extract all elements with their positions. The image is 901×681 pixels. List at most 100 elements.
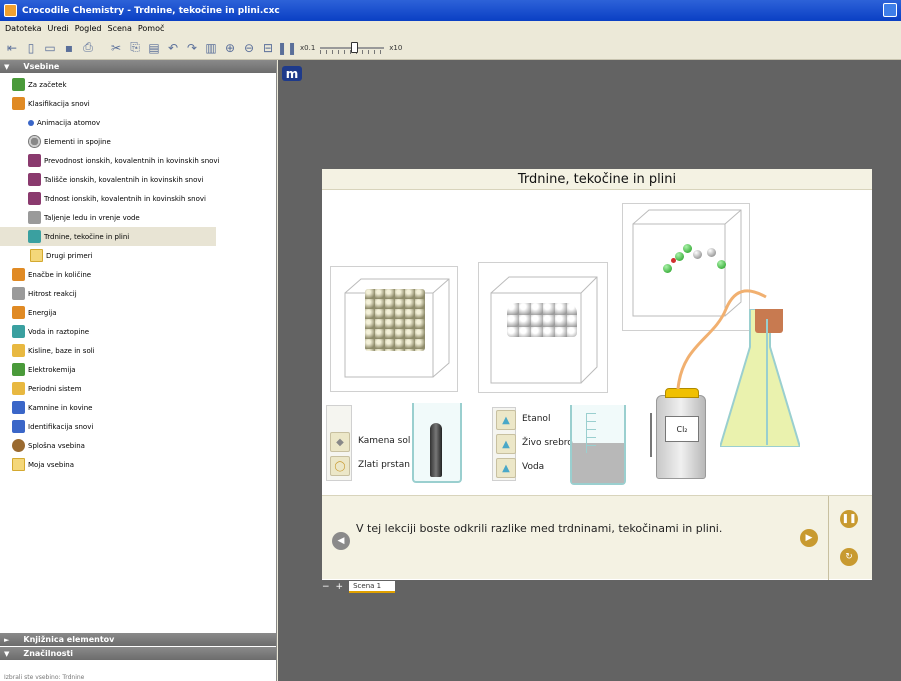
rock-salt-button[interactable]: ◆ [330, 432, 350, 452]
solid-sample [430, 423, 442, 477]
collapse-chevron-icon: ▼ [4, 649, 10, 658]
tree-item-elementi[interactable]: Elementi in spojine [0, 132, 276, 151]
contents-panel-header[interactable]: ▼ Vsebine [0, 60, 276, 73]
gold-ring-label[interactable]: Zlati prstan [358, 460, 410, 470]
mercury-label[interactable]: Živo srebro [522, 438, 573, 448]
zoom-out-icon[interactable]: ⊖ [241, 40, 257, 56]
liquid-model-box[interactable] [478, 262, 608, 393]
speed-slider-thumb[interactable] [351, 41, 359, 53]
new-file-icon[interactable]: ▯ [23, 40, 39, 56]
scene-tab-1[interactable]: Scena 1 [349, 581, 396, 593]
folder-icon [12, 458, 25, 471]
tree-item-klasifikacija[interactable]: Klasifikacija snovi [0, 94, 276, 113]
speed-slider[interactable] [320, 41, 385, 55]
open-folder-icon[interactable]: ▭ [42, 40, 58, 56]
tree-item-label: Trdnine, tekočine in plini [44, 232, 130, 241]
tree-item-talisce[interactable]: Tališče ionskih, kovalentnih in kovinski… [0, 170, 276, 189]
rock-salt-label[interactable]: Kamena sol [358, 436, 410, 446]
cut-icon[interactable]: ✂ [108, 40, 124, 56]
tree-item-trdnost[interactable]: Trdnost ionskih, kovalentnih in kovinski… [0, 189, 276, 208]
tree-item-label: Tališče ionskih, kovalentnih in kovinski… [44, 175, 204, 184]
caption-text: V tej lekciji boste odkrili razlike med … [356, 522, 723, 535]
save-icon[interactable]: ▪ [61, 40, 77, 56]
tree-item-label: Taljenje ledu in vrenje vode [44, 213, 140, 222]
water-icon [12, 325, 25, 338]
strength-icon [28, 192, 41, 205]
replay-button[interactable]: ↻ [840, 548, 858, 566]
water-button[interactable]: ▲ [496, 458, 516, 478]
mercury-button[interactable]: ▲ [496, 434, 516, 454]
tree-item-taljenje[interactable]: Taljenje ledu in vrenje vode [0, 208, 276, 227]
step-icon[interactable]: ⊟ [260, 40, 276, 56]
tree-item-periodni[interactable]: Periodni sistem [0, 379, 276, 398]
previous-button[interactable]: ◀ [332, 532, 350, 550]
tree-item-kisline[interactable]: Kisline, baze in soli [0, 341, 276, 360]
menu-edit[interactable]: Uredi [45, 24, 72, 33]
gold-ring-button[interactable]: ◯ [330, 456, 350, 476]
collapse-chevron-icon: ▼ [4, 62, 10, 71]
menu-help[interactable]: Pomoč [135, 24, 168, 33]
tree-item-prevodnost[interactable]: Prevodnost ionskih, kovalentnih in kovin… [0, 151, 276, 170]
tree-item-voda[interactable]: Voda in raztopine [0, 322, 276, 341]
paste-icon[interactable]: ▤ [146, 40, 162, 56]
graph-icon[interactable]: ▥ [203, 40, 219, 56]
properties-panel-title: Značilnosti [23, 649, 74, 658]
menu-bar: Datoteka Uredi Pogled Scena Pomoč [0, 21, 901, 36]
window-control-button[interactable] [883, 3, 897, 17]
tree-item-elektrokemija[interactable]: Elektrokemija [0, 360, 276, 379]
rocks-icon [12, 401, 25, 414]
ethanol-button[interactable]: ▲ [496, 410, 516, 430]
tree-item-za-zacetek[interactable]: Za začetek [0, 75, 276, 94]
tree-item-splosna[interactable]: Splošna vsebina [0, 436, 276, 455]
tree-item-energija[interactable]: Energija [0, 303, 276, 322]
classification-icon [12, 97, 25, 110]
tree-item-drugi-primeri[interactable]: Drugi primeri [0, 246, 276, 265]
tree-item-label: Moja vsebina [28, 460, 74, 469]
flask-icon: ▲ [502, 462, 510, 474]
tree-item-label: Hitrost reakcij [28, 289, 77, 298]
print-icon[interactable]: ⎙ [80, 40, 96, 56]
menu-view[interactable]: Pogled [72, 24, 105, 33]
tree-item-label: Splošna vsebina [28, 441, 85, 450]
general-icon [12, 439, 25, 452]
pause-icon[interactable]: ❚❚ [277, 40, 297, 56]
tree-item-moja[interactable]: Moja vsebina [0, 455, 276, 474]
tree-item-identifikacija[interactable]: Identifikacija snovi [0, 417, 276, 436]
acids-icon [12, 344, 25, 357]
melting-ice-icon [28, 211, 41, 224]
pause-button[interactable]: ❚❚ [840, 510, 858, 528]
liquid-sample [572, 443, 624, 483]
tree-item-hitrost[interactable]: Hitrost reakcij [0, 284, 276, 303]
gas-particle [707, 248, 716, 257]
ethanol-label[interactable]: Etanol [522, 414, 550, 424]
tree-item-label: Elementi in spojine [44, 137, 111, 146]
tree-item-animacija[interactable]: Animacija atomov [0, 113, 276, 132]
expand-chevron-icon: ► [4, 635, 10, 644]
zoom-in-icon[interactable]: ⊕ [222, 40, 238, 56]
add-scene-button[interactable]: + [336, 582, 344, 592]
replay-icon: ↻ [845, 552, 853, 562]
tree-item-kamnine[interactable]: Kamnine in kovine [0, 398, 276, 417]
caption-bar: ◀ V tej lekciji boste odkrili razlike me… [322, 495, 872, 580]
tree-item-trdnine[interactable]: Trdnine, tekočine in plini [0, 227, 216, 246]
properties-panel-header[interactable]: ▼ Značilnosti [0, 647, 276, 660]
tree-item-label: Elektrokemija [28, 365, 76, 374]
menu-file[interactable]: Datoteka [2, 24, 45, 33]
menu-scene[interactable]: Scena [104, 24, 134, 33]
tree-item-label: Prevodnost ionskih, kovalentnih in kovin… [44, 156, 220, 165]
undo-icon[interactable]: ↶ [165, 40, 181, 56]
flask-icon: ▲ [502, 438, 510, 450]
remove-scene-button[interactable]: − [322, 582, 330, 592]
tree-item-enacbe[interactable]: Enačbe in količine [0, 265, 276, 284]
tree-item-label: Identifikacija snovi [28, 422, 94, 431]
copy-icon[interactable]: ⎘ [127, 40, 143, 56]
tree-item-label: Kisline, baze in soli [28, 346, 95, 355]
water-label[interactable]: Voda [522, 462, 544, 472]
back-icon[interactable]: ⇤ [4, 40, 20, 56]
next-button[interactable]: ▶ [800, 529, 818, 547]
redo-icon[interactable]: ↷ [184, 40, 200, 56]
element-library-panel-header[interactable]: ► Knjižnica elementov [0, 633, 276, 646]
reaction-rate-icon [12, 287, 25, 300]
solid-model-box[interactable] [330, 266, 458, 392]
folder-icon [30, 249, 43, 262]
